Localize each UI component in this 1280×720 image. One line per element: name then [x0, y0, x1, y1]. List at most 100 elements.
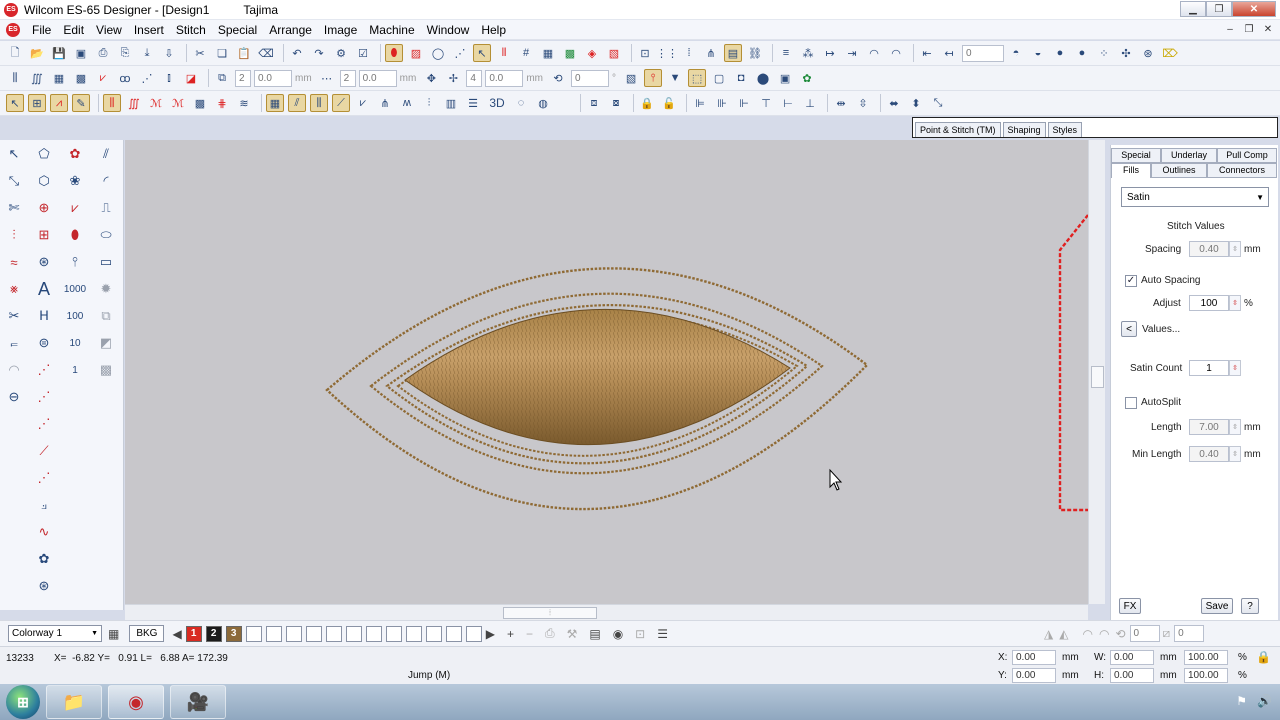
w-field[interactable]: 0.00 — [1110, 650, 1154, 665]
align-bottom-icon[interactable]: ⊥ — [801, 94, 819, 112]
run-line-e-icon[interactable]: ⋰ — [33, 467, 55, 489]
fill-style-g-icon[interactable]: ʍ — [398, 94, 416, 112]
same-size-icon[interactable]: ⤡ — [929, 94, 947, 112]
wave-icon[interactable]: ≋ — [235, 94, 253, 112]
open-icon[interactable]: 📂 — [28, 44, 46, 62]
color-lock-icon[interactable]: ⊡ — [635, 627, 645, 641]
show-connectors-icon[interactable]: ⋰ — [451, 44, 469, 62]
angle-field[interactable]: 0 — [571, 69, 610, 87]
menu-machine[interactable]: Machine — [363, 23, 420, 37]
empty-swatch[interactable] — [385, 625, 402, 642]
distribute-h-icon[interactable]: ⇹ — [832, 94, 850, 112]
horizontal-scrollbar[interactable]: ⦙ — [125, 604, 1088, 620]
tab-shaping[interactable]: Shaping — [1002, 122, 1046, 137]
adjust-field[interactable]: 100 — [1189, 295, 1229, 311]
knife-icon[interactable]: ✄ — [3, 197, 25, 219]
empty-swatch[interactable] — [365, 625, 382, 642]
button-hole-icon[interactable]: ⊛ — [33, 575, 55, 597]
slant-b-icon[interactable]: ◭ — [1059, 627, 1068, 641]
column-icon[interactable]: ⫼ — [6, 69, 24, 87]
values-toggle-button[interactable]: < — [1121, 321, 1137, 337]
layers-icon[interactable]: ⫾ — [160, 69, 178, 87]
empty-swatch[interactable] — [445, 625, 462, 642]
show-grid-icon[interactable]: # — [517, 44, 535, 62]
thread-swatch[interactable]: 3 — [225, 625, 242, 642]
color-wheel-icon[interactable]: ◉ — [613, 627, 623, 641]
drop-icon[interactable]: ⬮ — [64, 224, 86, 246]
lettering-icon[interactable]: A — [33, 278, 55, 300]
target-icon[interactable]: ⊛ — [1139, 44, 1157, 62]
color-list-icon[interactable]: ☰ — [657, 627, 668, 641]
min-length-field[interactable]: 0.40 — [1189, 446, 1229, 462]
recorder-taskbar-icon[interactable]: 🎥 — [170, 685, 226, 719]
flower-icon[interactable]: ✿ — [64, 143, 86, 165]
color-tools-icon[interactable]: ⚒ — [567, 627, 578, 641]
align-middle-icon[interactable]: ⊢ — [779, 94, 797, 112]
pointer-icon[interactable]: ↖ — [3, 143, 25, 165]
x-field[interactable]: 0.00 — [1012, 650, 1056, 665]
texture-icon[interactable]: ▩ — [95, 359, 117, 381]
menu-insert[interactable]: Insert — [128, 23, 170, 37]
manual-icon[interactable]: ⟓ — [33, 494, 55, 516]
knot-icon[interactable]: ✿ — [798, 69, 816, 87]
show-stitches-icon[interactable]: ⬮ — [385, 44, 403, 62]
tab-underlay[interactable]: Underlay — [1161, 148, 1217, 163]
rectangle-icon[interactable]: ▭ — [95, 251, 117, 273]
color-film-icon[interactable]: ▤ — [589, 627, 600, 641]
flag-icon[interactable]: ⚑ — [1236, 694, 1247, 708]
frame-icon[interactable]: ▢ — [710, 69, 728, 87]
appliqué-icon[interactable]: ✿ — [33, 548, 55, 570]
run-line-b-icon[interactable]: ⋰ — [33, 386, 55, 408]
doc-minimize-icon[interactable]: – — [1222, 22, 1238, 36]
vertical-scrollbar[interactable] — [1088, 140, 1105, 604]
empty-swatch[interactable] — [245, 625, 262, 642]
fill-style-i-icon[interactable]: ▥ — [442, 94, 460, 112]
show-bitmap-icon[interactable]: ▩ — [561, 44, 579, 62]
dome-icon[interactable]: ◓ — [1007, 44, 1025, 62]
spacing-b-field[interactable]: 0.0 — [358, 69, 397, 87]
min-length-stepper[interactable]: ⇳ — [1229, 446, 1241, 462]
cap-icon[interactable]: ◒ — [1029, 44, 1047, 62]
reshape-tool-icon[interactable]: ⤡ — [3, 170, 25, 192]
repeat-count-a[interactable]: 2 — [235, 69, 251, 87]
fill-type-select[interactable]: Satin ▼ — [1121, 187, 1269, 207]
sample-icon[interactable]: ▣ — [776, 69, 794, 87]
fill-style-b-icon[interactable]: ⫽ — [288, 94, 306, 112]
maximize-icon[interactable]: ❐ — [1206, 1, 1232, 17]
hump-right-icon[interactable]: ◠ — [887, 44, 905, 62]
eraser-icon[interactable]: ⌦ — [1161, 44, 1179, 62]
close-icon[interactable]: ✕ — [1232, 1, 1276, 17]
menu-file[interactable]: File — [26, 23, 57, 37]
parallel-icon[interactable]: ⫽ — [95, 143, 117, 165]
menu-arrange[interactable]: Arrange — [263, 23, 318, 37]
grid-fill-icon[interactable]: ▩ — [72, 69, 90, 87]
empty-swatch[interactable] — [425, 625, 442, 642]
tab-outlines[interactable]: Outlines — [1151, 163, 1207, 178]
transform-icon[interactable]: ⬡ — [33, 170, 55, 192]
scissors-icon[interactable]: ✂ — [3, 305, 25, 327]
tab-fills[interactable]: Fills — [1111, 163, 1151, 178]
funnel-icon[interactable]: ▼ — [666, 69, 684, 87]
rotate-field[interactable]: 0 — [1129, 625, 1160, 642]
design-canvas[interactable] — [125, 140, 1088, 604]
complex-fill-icon[interactable]: ⋕ — [213, 94, 231, 112]
vertical-scroll-thumb[interactable] — [1091, 366, 1104, 388]
count-10-icon[interactable]: 10 — [64, 332, 86, 354]
people-icon[interactable]: ꝏ — [116, 69, 134, 87]
auto-digitize-icon[interactable]: ⚙ — [332, 44, 350, 62]
link-icon[interactable]: ⛓ — [746, 44, 764, 62]
gradient-icon[interactable]: ◩ — [95, 332, 117, 354]
oval-icon[interactable]: ⊖ — [3, 386, 25, 408]
doc-restore-icon[interactable]: ❐ — [1241, 22, 1257, 36]
globe-icon[interactable]: ⊕ — [33, 197, 55, 219]
ball-icon[interactable]: ⬤ — [754, 69, 772, 87]
palette-left-icon[interactable]: ◀ — [172, 627, 181, 641]
picture-icon[interactable]: ◪ — [182, 69, 200, 87]
menu-special[interactable]: Special — [212, 23, 263, 37]
pen-icon[interactable]: ✎ — [72, 94, 90, 112]
satin-icon[interactable]: ⫼ — [103, 94, 121, 112]
needle-point-icon[interactable]: ⫯ — [644, 69, 663, 87]
send-to-machine-icon[interactable]: ⇩ — [160, 44, 178, 62]
dots-icon[interactable]: ⋯ — [318, 69, 336, 87]
stitch-tool-a-icon[interactable]: ⫶ — [3, 224, 25, 246]
